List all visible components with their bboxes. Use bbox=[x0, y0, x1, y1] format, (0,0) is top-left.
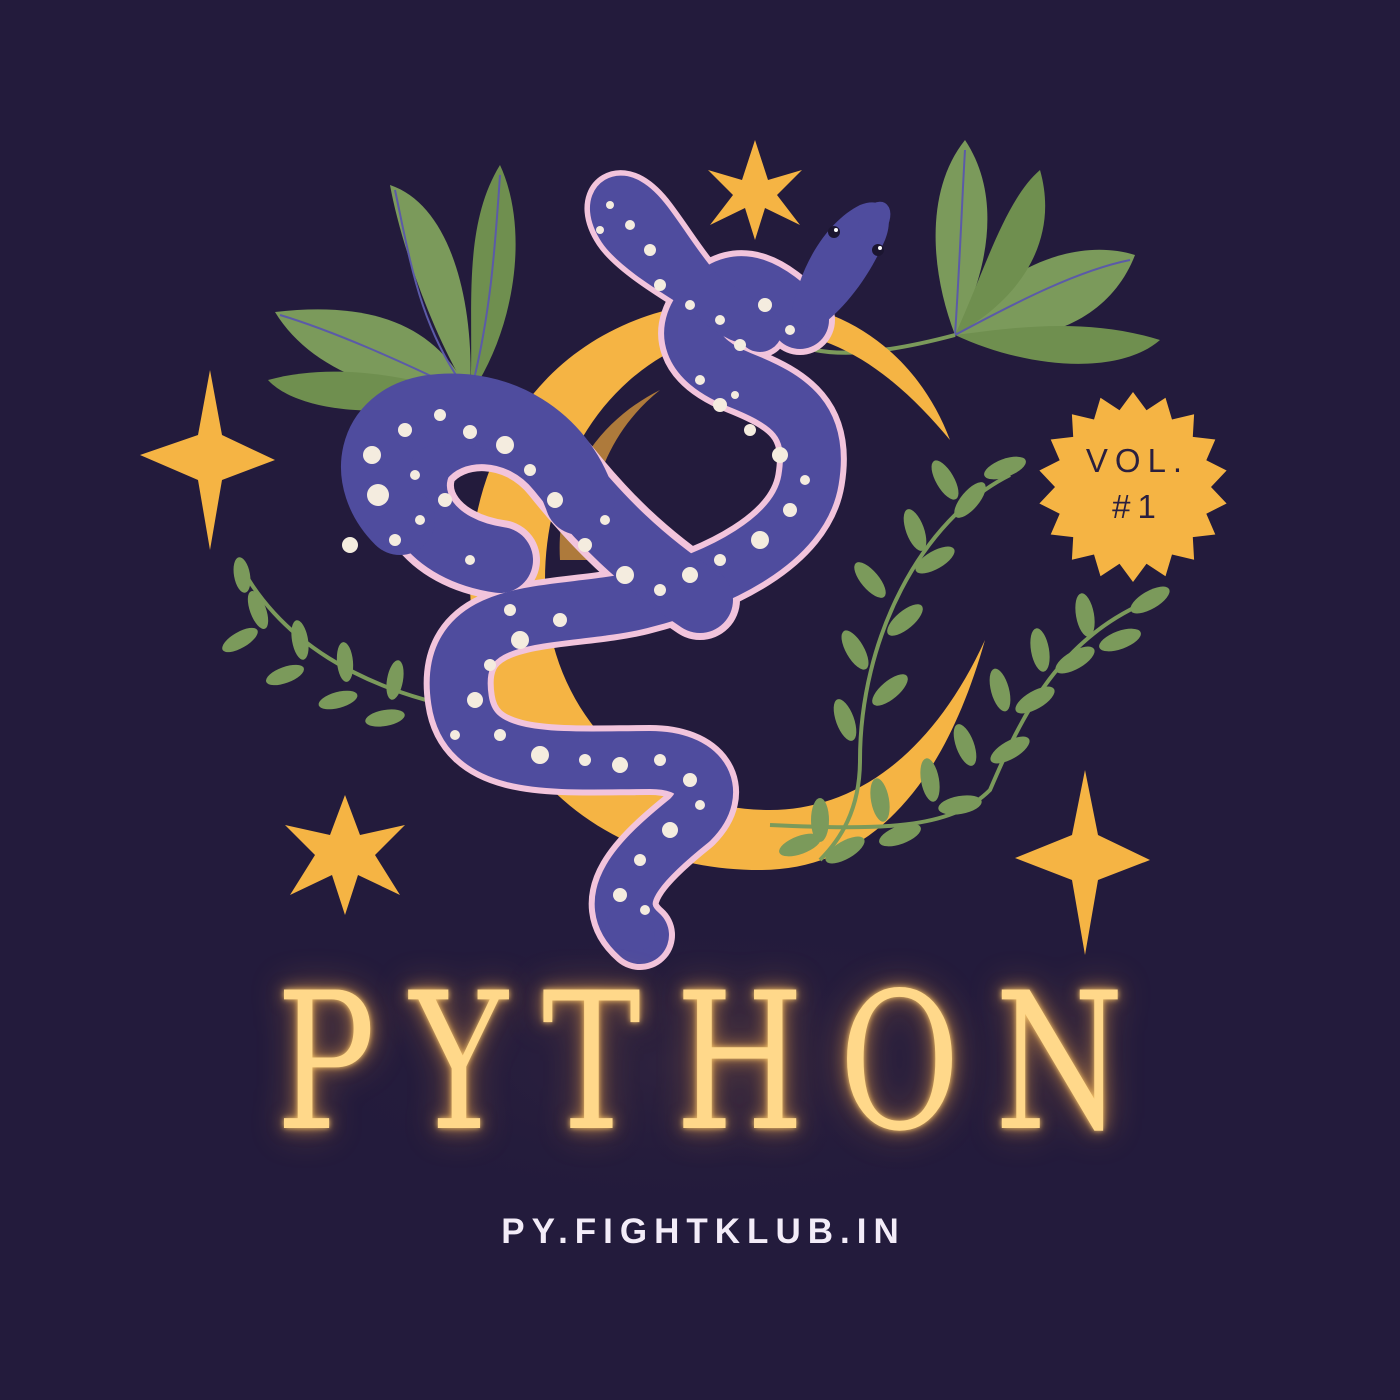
snake-spot bbox=[654, 584, 666, 596]
cover-art: VOL. #1 PYTHON PY.FIGHTKLUB.IN bbox=[0, 0, 1400, 1400]
site-url[interactable]: PY.FIGHTKLUB.IN bbox=[0, 1212, 1400, 1252]
badge-issue-number: #1 bbox=[1112, 488, 1163, 525]
snake-spot bbox=[531, 746, 549, 764]
snake-spot bbox=[713, 398, 727, 412]
snake-spot bbox=[511, 631, 529, 649]
snake-spot bbox=[438, 493, 452, 507]
snake-spot bbox=[800, 475, 810, 485]
snake-spot bbox=[634, 854, 646, 866]
snake-spot bbox=[553, 613, 567, 627]
snake-spot bbox=[434, 409, 446, 421]
snake-spot bbox=[758, 298, 772, 312]
star-top-icon bbox=[708, 140, 802, 240]
snake-spot bbox=[695, 800, 705, 810]
snake-spot bbox=[685, 300, 695, 310]
snake-spot bbox=[463, 425, 477, 439]
snake-spot bbox=[450, 730, 460, 740]
snake-spot bbox=[606, 201, 614, 209]
snake-spot bbox=[547, 492, 563, 508]
snake-spot bbox=[524, 464, 536, 476]
snake-spot bbox=[600, 515, 610, 525]
snake-spot bbox=[467, 692, 483, 708]
snake-spot bbox=[342, 537, 358, 553]
snake-spot bbox=[484, 659, 496, 671]
badge-volume-label: VOL. bbox=[1085, 442, 1190, 479]
snake-spot bbox=[410, 470, 420, 480]
snake-spot bbox=[744, 424, 756, 436]
snake-spot bbox=[579, 754, 591, 766]
snake-spot bbox=[682, 567, 698, 583]
snake-spot bbox=[654, 754, 666, 766]
snake-spot bbox=[785, 325, 795, 335]
snake-spot bbox=[613, 888, 627, 902]
snake-spot bbox=[644, 244, 656, 256]
snake-spot bbox=[683, 773, 697, 787]
snake-spot bbox=[751, 531, 769, 549]
star-bottom-right-icon bbox=[1015, 770, 1150, 955]
snake-spot bbox=[662, 822, 678, 838]
snake-spot bbox=[494, 729, 506, 741]
snake-spot bbox=[772, 447, 788, 463]
snake-spot bbox=[715, 315, 725, 325]
snake-spot bbox=[415, 515, 425, 525]
snake-spot bbox=[465, 555, 475, 565]
snake-spot bbox=[612, 757, 628, 773]
snake-head-icon bbox=[790, 201, 891, 330]
star-bottom-left-icon bbox=[285, 795, 405, 915]
leaf-cluster-left-icon bbox=[268, 165, 516, 411]
illustration bbox=[140, 140, 1227, 1215]
snake-spot bbox=[625, 220, 635, 230]
snake-spot bbox=[367, 484, 389, 506]
snake-spot bbox=[640, 905, 650, 915]
snake-spot bbox=[783, 503, 797, 517]
snake-spot bbox=[734, 339, 746, 351]
snake-spot bbox=[731, 391, 739, 399]
snake-spot bbox=[504, 604, 516, 616]
snake-spot bbox=[578, 538, 592, 552]
snake-spot bbox=[389, 534, 401, 546]
snake-spot bbox=[616, 566, 634, 584]
snake-spot bbox=[496, 436, 514, 454]
snake-spot bbox=[695, 375, 705, 385]
snake-spot bbox=[398, 423, 412, 437]
star-left-icon bbox=[140, 370, 275, 550]
page-title: PYTHON bbox=[275, 952, 1159, 1173]
snake-spot bbox=[596, 226, 604, 234]
snake-spot bbox=[714, 554, 726, 566]
snake-spot bbox=[654, 279, 666, 291]
snake-spot bbox=[363, 446, 381, 464]
volume-badge: VOL. #1 bbox=[1048, 438, 1220, 530]
